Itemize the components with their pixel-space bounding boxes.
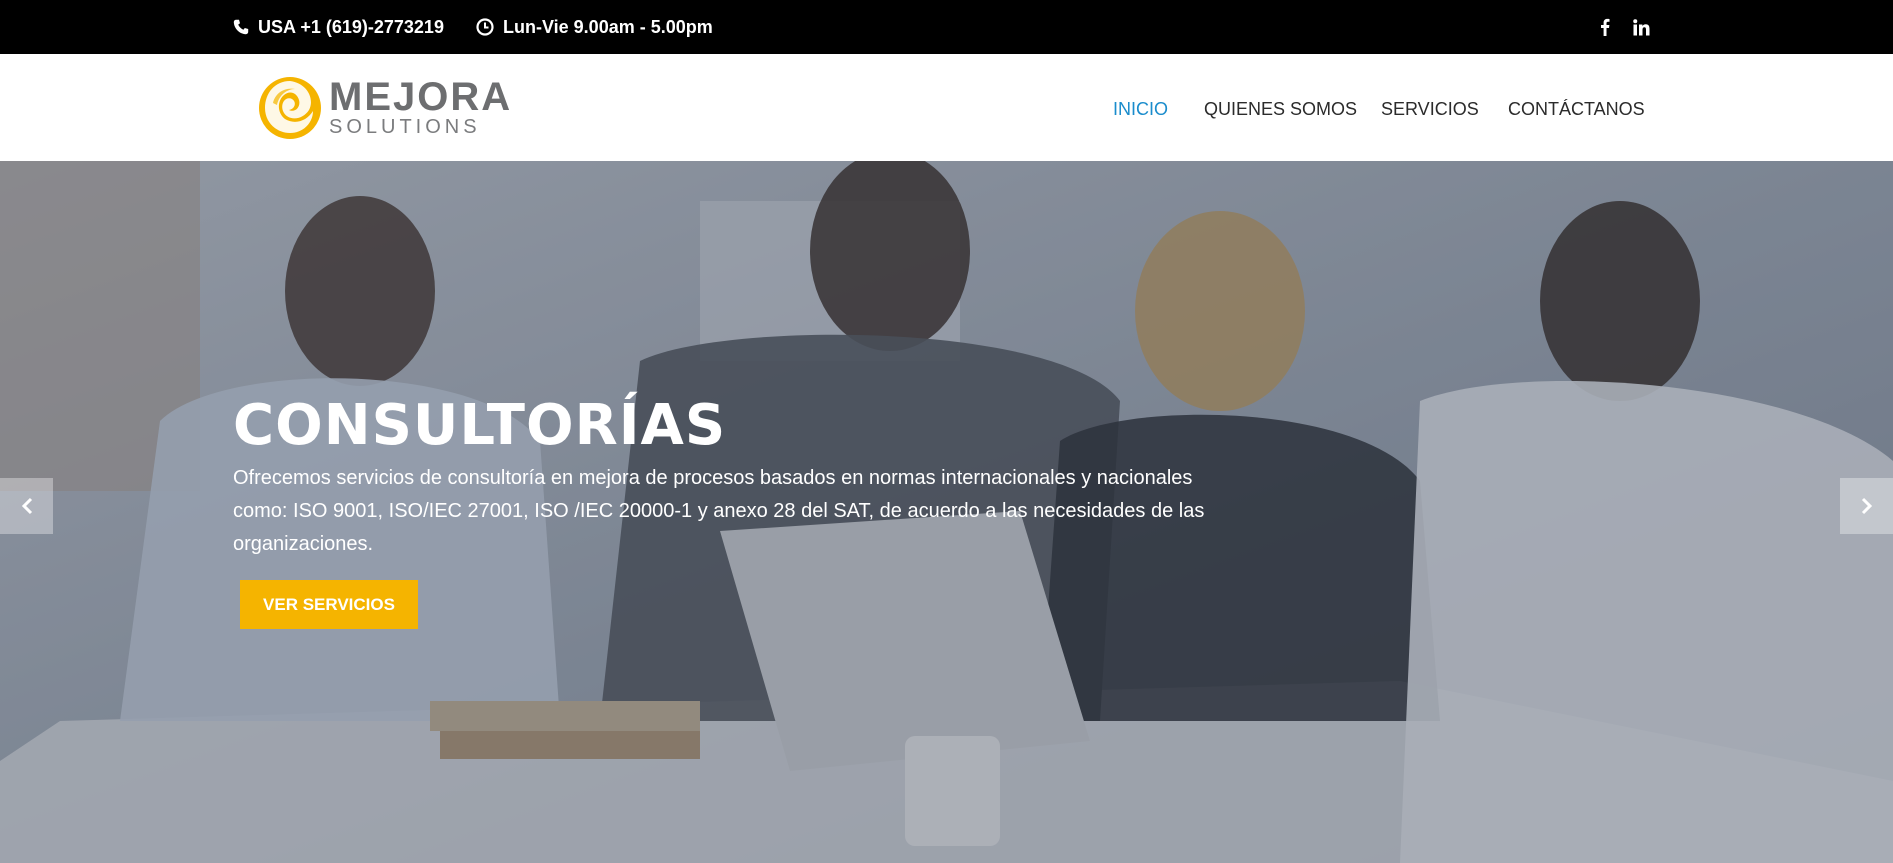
linkedin-icon[interactable] bbox=[1630, 0, 1652, 54]
top-bar: USA +1 (619)-2773219 Lun-Vie 9.00am - 5.… bbox=[0, 0, 1893, 54]
hero-title: CONSULTORÍAS bbox=[233, 393, 727, 458]
phone-contact[interactable]: USA +1 (619)-2773219 bbox=[233, 0, 444, 54]
phone-number: USA +1 (619)-2773219 bbox=[258, 16, 444, 37]
nav-item-contactanos[interactable]: CONTÁCTANOS bbox=[1508, 99, 1645, 120]
phone-icon bbox=[233, 19, 249, 35]
nav-item-quienes-somos[interactable]: QUIENES SOMOS bbox=[1204, 99, 1357, 120]
nav-item-inicio[interactable]: INICIO bbox=[1113, 99, 1168, 120]
nav-item-servicios[interactable]: SERVICIOS bbox=[1381, 99, 1479, 120]
chevron-right-icon bbox=[1861, 497, 1872, 515]
business-hours: Lun-Vie 9.00am - 5.00pm bbox=[476, 0, 713, 54]
clock-icon bbox=[476, 18, 494, 36]
view-services-button[interactable]: VER SERVICIOS bbox=[240, 580, 418, 629]
hours-text: Lun-Vie 9.00am - 5.00pm bbox=[503, 16, 713, 37]
chevron-left-icon bbox=[21, 497, 32, 515]
slider-prev-button[interactable] bbox=[0, 478, 53, 534]
main-navigation: INICIO QUIENES SOMOS SERVICIOS CONTÁCTAN… bbox=[0, 54, 1893, 161]
facebook-icon[interactable] bbox=[1594, 0, 1616, 54]
slider-next-button[interactable] bbox=[1840, 478, 1893, 534]
hero-description: Ofrecemos servicios de consultoría en me… bbox=[233, 467, 1205, 555]
hero-slider: CONSULTORÍAS Ofrecemos servicios de cons… bbox=[0, 161, 1893, 863]
